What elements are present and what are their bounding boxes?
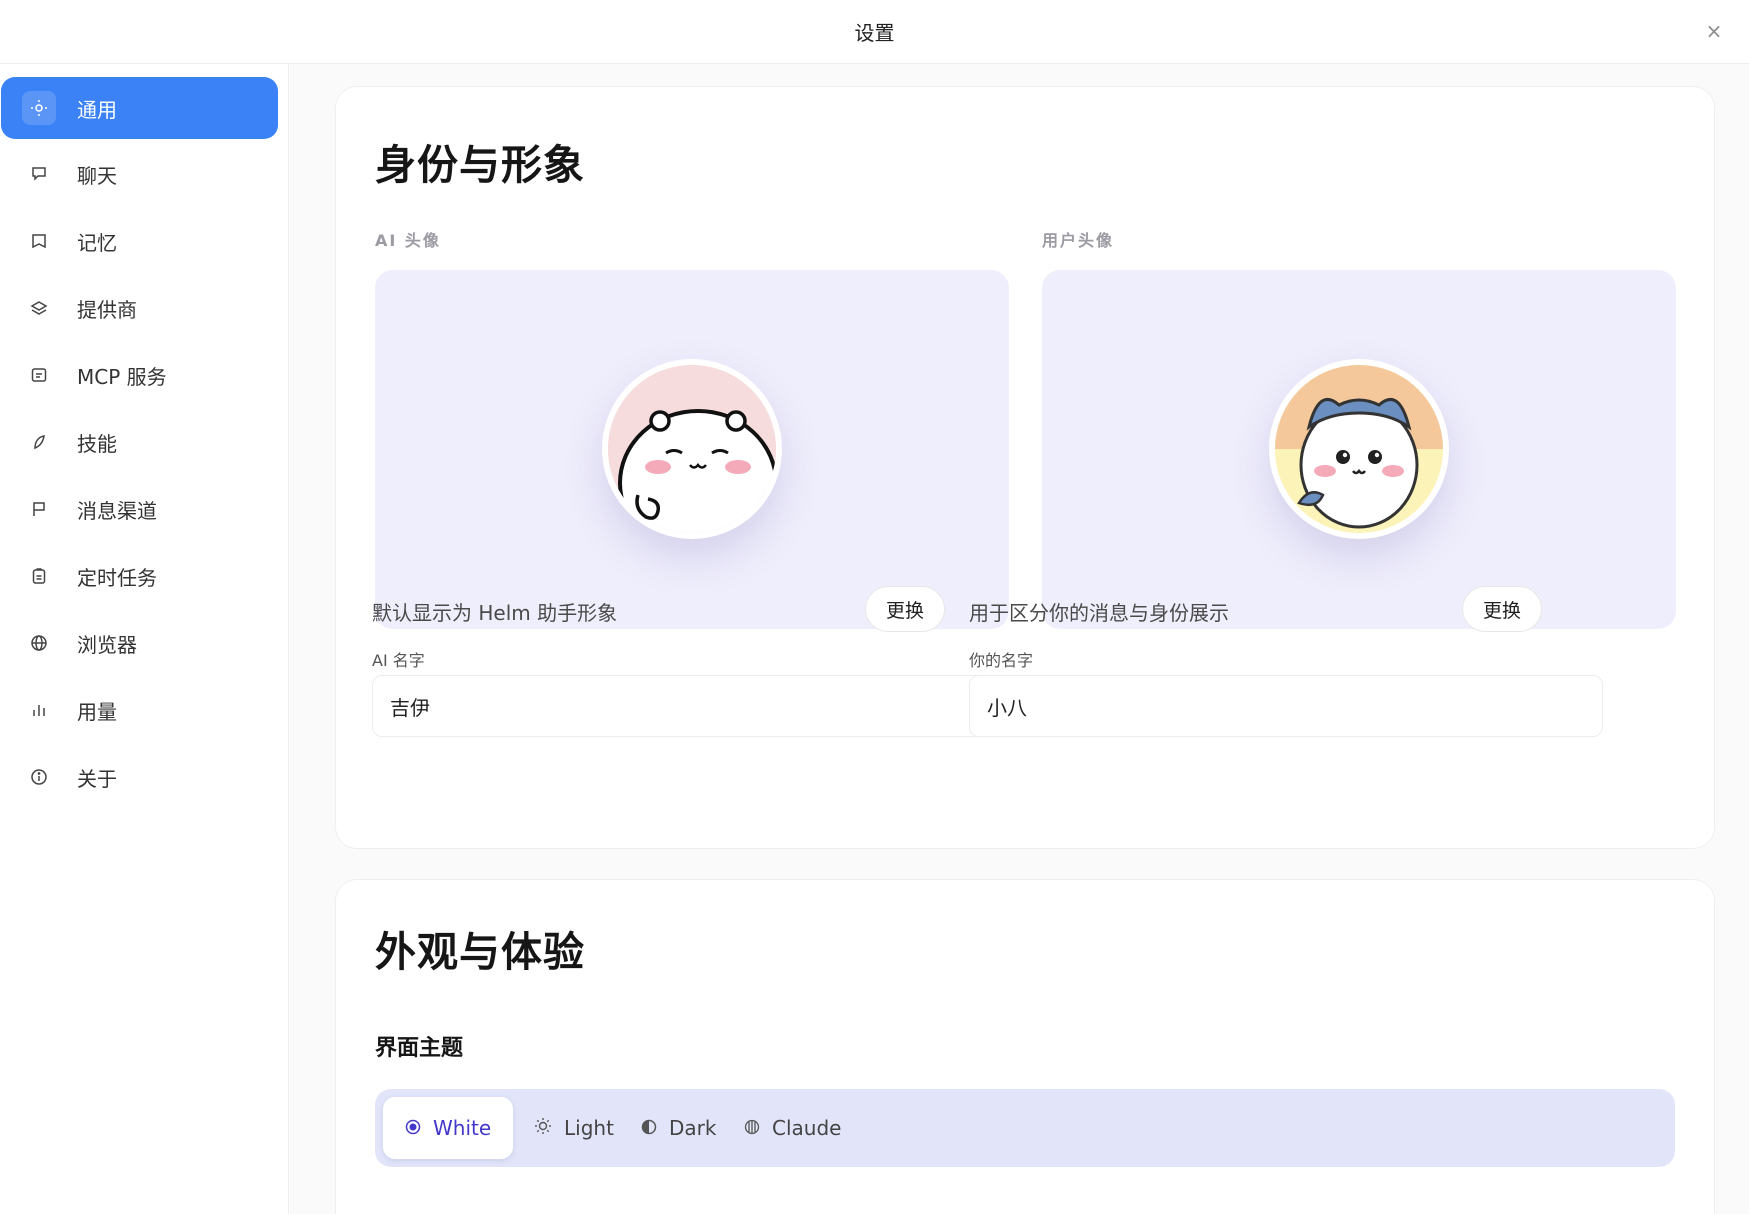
radio-dot-icon: [405, 1116, 421, 1140]
ai-avatar-change-button[interactable]: 更换: [865, 586, 945, 632]
sidebar-item-general[interactable]: 通用: [1, 77, 278, 139]
identity-card: 身份与形象 AI 头像 用户头像 默认显示为 Helm 助手形象 更换 用于区分…: [335, 86, 1715, 849]
sidebar-item-label: MCP 服务: [77, 364, 167, 389]
sidebar-item-browser[interactable]: 浏览器: [1, 612, 278, 674]
globe-icon: [1, 634, 77, 652]
user-avatar-label: 用户头像: [1042, 231, 1115, 250]
sidebar-item-chat[interactable]: 聊天: [1, 143, 278, 205]
sidebar-item-label: 聊天: [77, 163, 117, 188]
ai-name-label: AI 名字: [372, 651, 425, 670]
window-title: 设置: [854, 21, 895, 45]
sidebar-item-label: 用量: [77, 699, 117, 724]
theme-label: 界面主题: [375, 1036, 464, 1061]
sidebar-item-label: 消息渠道: [77, 498, 157, 523]
theme-selector: White Light Dark Claude: [375, 1089, 1675, 1167]
section-title: 身份与形象: [375, 141, 585, 189]
sidebar-item-providers[interactable]: 提供商: [1, 277, 278, 339]
leaf-icon: [1, 433, 77, 451]
info-icon: [1, 768, 77, 786]
server-icon: [1, 366, 77, 384]
appearance-card: 外观与体验 界面主题 White Light Dark Claude: [335, 879, 1715, 1214]
settings-content: 身份与形象 AI 头像 用户头像 默认显示为 Helm 助手形象 更换 用于区分…: [290, 64, 1749, 1214]
user-name-label: 你的名字: [969, 651, 1034, 670]
theme-option-light[interactable]: Light: [512, 1097, 636, 1159]
sidebar-item-mcp[interactable]: MCP 服务: [1, 344, 278, 406]
user-name-input[interactable]: [969, 675, 1603, 737]
sun-icon: [534, 1116, 552, 1140]
sidebar-item-label: 提供商: [77, 297, 137, 322]
sidebar-item-label: 浏览器: [77, 632, 137, 657]
sidebar-item-label: 记忆: [77, 230, 117, 255]
sidebar-item-scheduled-tasks[interactable]: 定时任务: [1, 545, 278, 607]
section-title: 外观与体验: [375, 928, 585, 976]
close-icon[interactable]: ×: [1701, 18, 1727, 44]
sidebar-item-label: 定时任务: [77, 565, 157, 590]
sidebar: 通用 聊天 记忆 提供商 MCP 服务 技能 消息渠道 定时任务 浏览器 用量 …: [0, 64, 289, 1214]
sidebar-item-label: 技能: [77, 431, 117, 456]
layers-icon: [1, 299, 77, 317]
flag-icon: [1, 500, 77, 518]
title-bar: 设置 ×: [0, 0, 1749, 64]
user-avatar[interactable]: [1269, 359, 1449, 539]
sidebar-item-about[interactable]: 关于: [1, 746, 278, 808]
sidebar-item-skills[interactable]: 技能: [1, 411, 278, 473]
theme-option-label: Claude: [772, 1116, 842, 1140]
ai-avatar-preview[interactable]: [375, 270, 1009, 629]
theme-option-claude[interactable]: Claude: [722, 1097, 863, 1159]
theme-option-label: Light: [564, 1116, 614, 1140]
theme-option-label: White: [433, 1116, 492, 1140]
sun-gear-icon: [22, 91, 56, 125]
sidebar-item-label: 通用: [77, 97, 117, 122]
half-moon-icon: [641, 1116, 657, 1140]
chat-bubble-icon: [1, 165, 77, 183]
globe-striped-icon: [744, 1116, 760, 1140]
sidebar-item-usage[interactable]: 用量: [1, 679, 278, 741]
theme-option-dark[interactable]: Dark: [619, 1097, 738, 1159]
sidebar-item-label: 关于: [77, 766, 117, 791]
ai-avatar-description: 默认显示为 Helm 助手形象: [372, 601, 618, 625]
ai-avatar[interactable]: [602, 359, 782, 539]
user-avatar-description: 用于区分你的消息与身份展示: [969, 601, 1229, 625]
user-avatar-change-button[interactable]: 更换: [1462, 586, 1542, 632]
user-avatar-preview[interactable]: [1042, 270, 1676, 629]
theme-option-label: Dark: [669, 1116, 717, 1140]
book-icon: [1, 232, 77, 250]
theme-option-white[interactable]: White: [383, 1097, 514, 1159]
sidebar-item-channels[interactable]: 消息渠道: [1, 478, 278, 540]
ai-avatar-label: AI 头像: [375, 231, 441, 250]
ai-name-input[interactable]: [372, 675, 1006, 737]
bar-chart-icon: [1, 701, 77, 719]
clipboard-icon: [1, 567, 77, 585]
sidebar-item-memory[interactable]: 记忆: [1, 210, 278, 272]
